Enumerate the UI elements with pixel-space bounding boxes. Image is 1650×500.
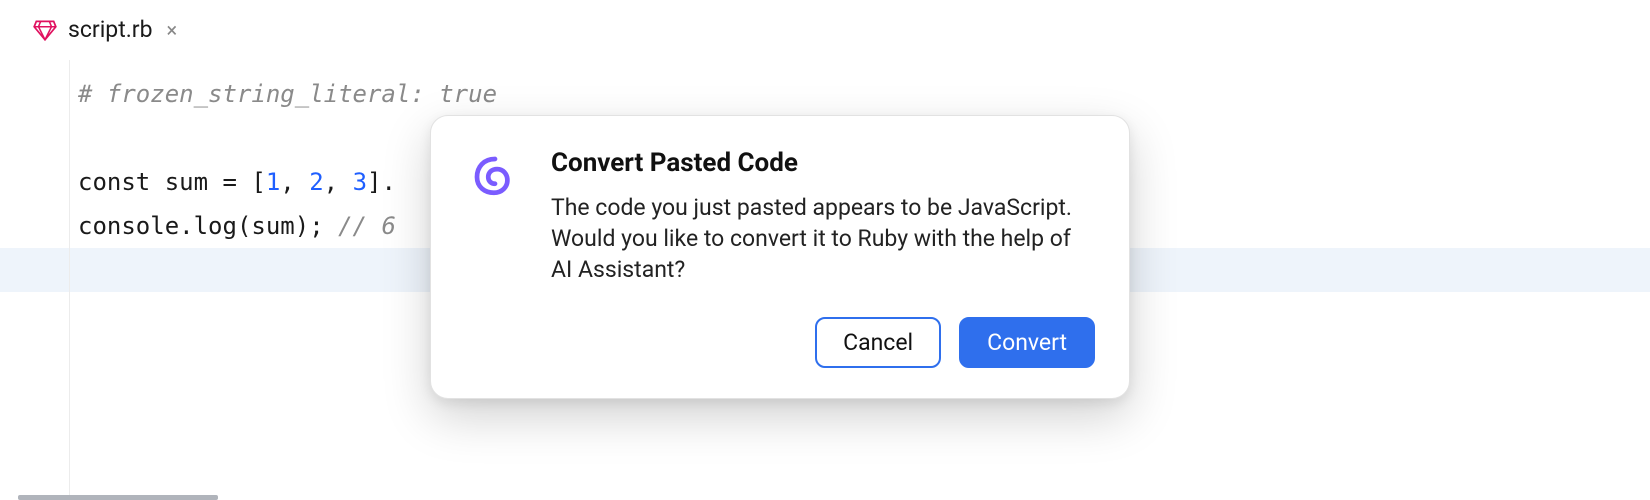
dialog-title: Convert Pasted Code <box>551 148 1095 178</box>
code-line-1: # frozen_string_literal: true <box>78 72 1650 116</box>
tab-label: script.rb <box>68 16 153 43</box>
ruby-icon <box>32 17 58 43</box>
magic-comment: # frozen_string_literal: true <box>78 80 497 108</box>
convert-button[interactable]: Convert <box>959 317 1095 368</box>
cancel-button[interactable]: Cancel <box>815 317 941 368</box>
convert-pasted-code-dialog: Convert Pasted Code The code you just pa… <box>430 115 1130 399</box>
gutter <box>0 60 70 500</box>
tab-bar: script.rb × <box>0 0 1650 60</box>
dialog-message: The code you just pasted appears to be J… <box>551 192 1095 285</box>
ai-assistant-icon <box>465 148 525 368</box>
dialog-actions: Cancel Convert <box>551 317 1095 368</box>
close-icon[interactable]: × <box>163 18 182 42</box>
dialog-body: Convert Pasted Code The code you just pa… <box>551 148 1095 368</box>
tab-script-rb[interactable]: script.rb × <box>20 0 193 59</box>
